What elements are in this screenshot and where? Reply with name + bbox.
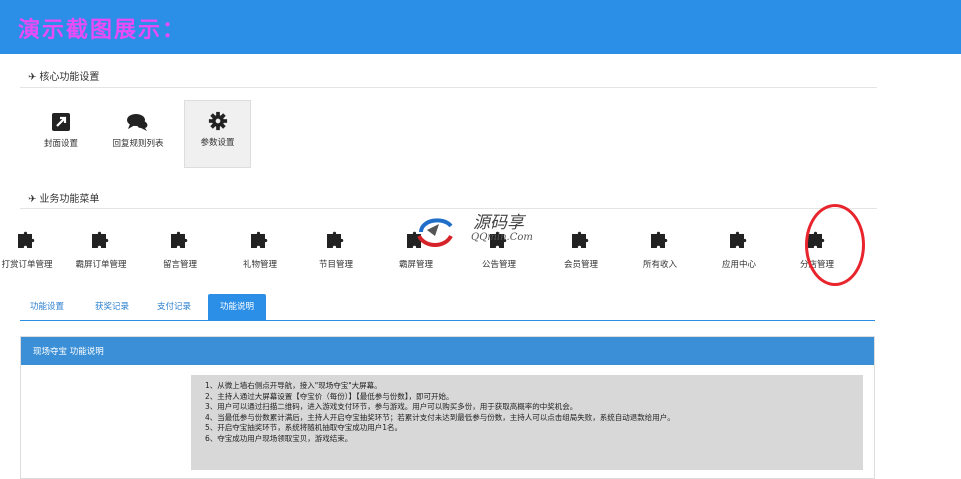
watermark-text: 源码享 xyxy=(473,213,524,233)
menu-item-label: 应用中心 xyxy=(721,260,756,270)
description-line: 5、开启夺宝抽奖环节，系统将随机抽取夺宝成功用户1名。 xyxy=(205,423,403,432)
description-line: 3、用户可以通过扫描二维码，进入游戏支付环节，参与游戏。用户可以购买多份，用于获… xyxy=(205,402,578,411)
menu-item-4[interactable]: 礼物管理 xyxy=(228,230,292,270)
tab-payment-records[interactable]: 支付记录 xyxy=(157,294,191,320)
puzzle-icon xyxy=(251,231,268,248)
menu-item-label: 所有收入 xyxy=(642,260,677,270)
puzzle-icon xyxy=(18,231,35,248)
puzzle-icon xyxy=(730,231,747,248)
description-line: 6、夺宝成功用户现场领取宝贝，游戏结束。 xyxy=(205,433,353,443)
top-banner: 演示截图展示： xyxy=(0,0,961,54)
menu-item-10[interactable]: 应用中心 xyxy=(707,230,771,270)
comments-icon xyxy=(127,114,148,131)
reply-rules-label: 回复规则列表 xyxy=(112,139,164,149)
parameter-settings-label: 参数设置 xyxy=(200,138,235,148)
gear-icon xyxy=(208,111,227,131)
highlight-circle xyxy=(805,204,865,286)
menu-item-3[interactable]: 留言管理 xyxy=(148,230,212,270)
watermark-logo-icon xyxy=(417,218,453,247)
description-line: 2、主持人通过大屏幕设置【夺宝价（每份）】【最低参与份数】，即可开始。 xyxy=(205,391,454,401)
menu-item-2[interactable]: 霸屏订单管理 xyxy=(69,230,133,270)
description-panel: 现场夺宝 功能说明 1、从微上墙右侧点开导航，接入"现场夺宝"大屏幕。 2、主持… xyxy=(20,336,875,479)
menu-item-9[interactable]: 所有收入 xyxy=(628,230,692,270)
tab-function-description[interactable]: 功能说明 xyxy=(208,294,267,320)
menu-item-5[interactable]: 节目管理 xyxy=(304,230,368,270)
core-heading-label: 核心功能设置 xyxy=(39,72,100,83)
description-line: 4、当最低参与份数累计满后，主持人开启夺宝抽奖环节；若累计支付未达到最低参与份数… xyxy=(205,412,675,422)
menu-item-label: 霸屏管理 xyxy=(398,260,433,270)
panel-title: 现场夺宝 功能说明 xyxy=(33,347,104,357)
cover-settings-label: 封面设置 xyxy=(43,139,78,149)
core-section-heading: ✈ 核心功能设置 xyxy=(28,68,99,83)
main-content: ✈ 核心功能设置 封面设置 回复规则列表 参数设置 ✈ 业务功能菜单 打赏订单管… xyxy=(0,54,895,479)
menu-item-label: 节目管理 xyxy=(318,260,353,270)
tab-award-records[interactable]: 获奖记录 xyxy=(95,294,129,320)
puzzle-icon xyxy=(327,231,344,248)
menu-item-label: 打赏订单管理 xyxy=(1,260,53,270)
menu-item-label: 留言管理 xyxy=(162,260,197,270)
puzzle-icon xyxy=(171,231,188,248)
cover-settings-button[interactable]: 封面设置 xyxy=(33,112,89,149)
puzzle-icon xyxy=(92,231,109,248)
plane-icon: ✈ xyxy=(28,194,37,205)
watermark-subtext: QQmin.Com xyxy=(471,232,533,243)
menu-item-label: 公告管理 xyxy=(481,260,516,270)
puzzle-icon xyxy=(572,231,589,248)
watermark: 源码享 QQmin.Com xyxy=(413,208,553,252)
divider xyxy=(20,87,877,88)
external-link-icon xyxy=(52,113,70,131)
business-section-heading: ✈ 业务功能菜单 xyxy=(28,190,99,205)
tab-bar: 功能设置 获奖记录 支付记录 功能说明 xyxy=(20,294,875,321)
business-heading-label: 业务功能菜单 xyxy=(39,194,100,205)
description-box: 1、从微上墙右侧点开导航，接入"现场夺宝"大屏幕。 2、主持人通过大屏幕设置【夺… xyxy=(191,375,863,470)
menu-item-8[interactable]: 会员管理 xyxy=(549,230,613,270)
menu-item-label: 会员管理 xyxy=(563,260,598,270)
menu-item-1[interactable]: 打赏订单管理 xyxy=(0,230,59,270)
parameter-settings-button[interactable]: 参数设置 xyxy=(184,100,251,168)
menu-item-label: 霸屏订单管理 xyxy=(75,260,127,270)
menu-item-label: 礼物管理 xyxy=(242,260,277,270)
plane-icon: ✈ xyxy=(28,72,37,83)
banner-title: 演示截图展示： xyxy=(18,18,187,43)
reply-rules-button[interactable]: 回复规则列表 xyxy=(106,112,170,149)
puzzle-icon xyxy=(651,231,668,248)
panel-header: 现场夺宝 功能说明 xyxy=(21,337,874,365)
description-line: 1、从微上墙右侧点开导航，接入"现场夺宝"大屏幕。 xyxy=(205,381,382,390)
tab-function-settings[interactable]: 功能设置 xyxy=(30,294,64,320)
